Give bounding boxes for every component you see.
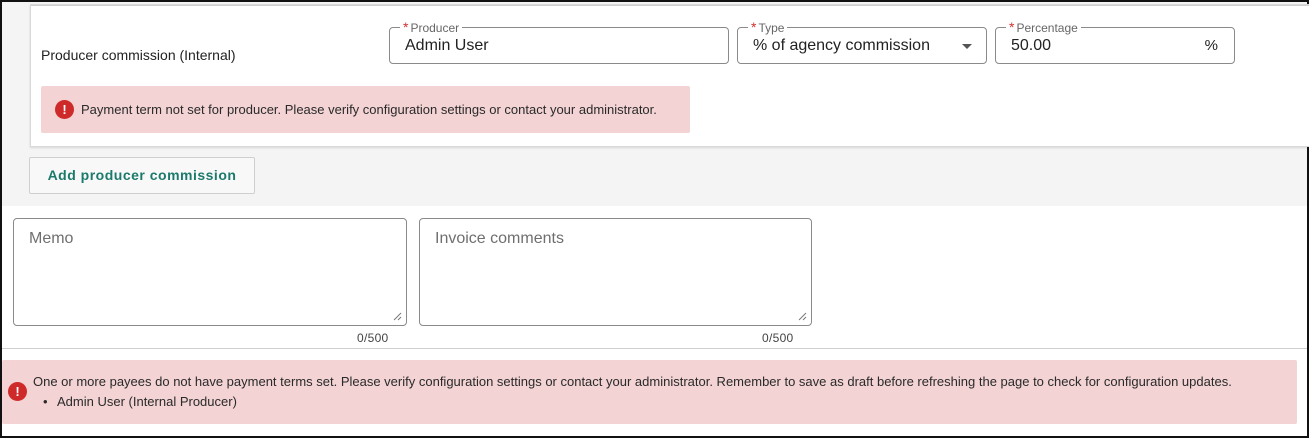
invoice-comments-textarea[interactable]: Invoice comments (419, 218, 812, 326)
producer-value: Admin User (405, 37, 489, 54)
section-divider (2, 348, 1307, 349)
resize-handle-icon[interactable] (798, 312, 807, 321)
payment-terms-alert: ! One or more payees do not have payment… (2, 360, 1297, 424)
error-icon: ! (8, 382, 27, 401)
list-item: Admin User (Internal Producer) (43, 394, 237, 409)
memo-textarea[interactable]: Memo (13, 218, 407, 326)
commission-row-label: Producer commission (Internal) (41, 47, 236, 63)
payee-list: Admin User (Internal Producer) (43, 394, 237, 409)
alert-message: One or more payees do not have payment t… (33, 374, 1232, 389)
invoice-comments-counter: 0/500 (762, 331, 794, 345)
payment-term-error: ! Payment term not set for producer. Ple… (41, 86, 690, 133)
resize-handle-icon[interactable] (393, 312, 402, 321)
error-icon: ! (55, 100, 74, 119)
error-message: Payment term not set for producer. Pleas… (81, 102, 657, 117)
producer-label: * Producer (400, 19, 463, 35)
type-label-text: Type (758, 21, 785, 35)
percentage-field[interactable]: * Percentage 50.00 % (995, 20, 1235, 64)
add-producer-commission-button[interactable]: Add producer commission (29, 157, 255, 194)
type-label: * Type (748, 19, 788, 35)
memo-counter: 0/500 (357, 331, 389, 345)
percentage-value: 50.00 (1011, 37, 1052, 54)
memo-placeholder: Memo (29, 230, 74, 247)
card-divider (31, 5, 1309, 6)
percentage-label: * Percentage (1006, 20, 1081, 35)
required-marker: * (1009, 19, 1015, 35)
producer-field[interactable]: * Producer Admin User (389, 20, 729, 64)
required-marker: * (403, 19, 409, 35)
type-select[interactable]: * Type % of agency commission (737, 20, 987, 64)
required-marker: * (751, 19, 757, 35)
type-value: % of agency commission (753, 37, 930, 54)
invoice-comments-placeholder: Invoice comments (435, 230, 564, 247)
percentage-label-text: Percentage (1016, 21, 1078, 35)
producer-label-text: Producer (410, 21, 460, 35)
chevron-down-icon[interactable] (962, 44, 972, 49)
percent-suffix: % (1204, 37, 1218, 54)
